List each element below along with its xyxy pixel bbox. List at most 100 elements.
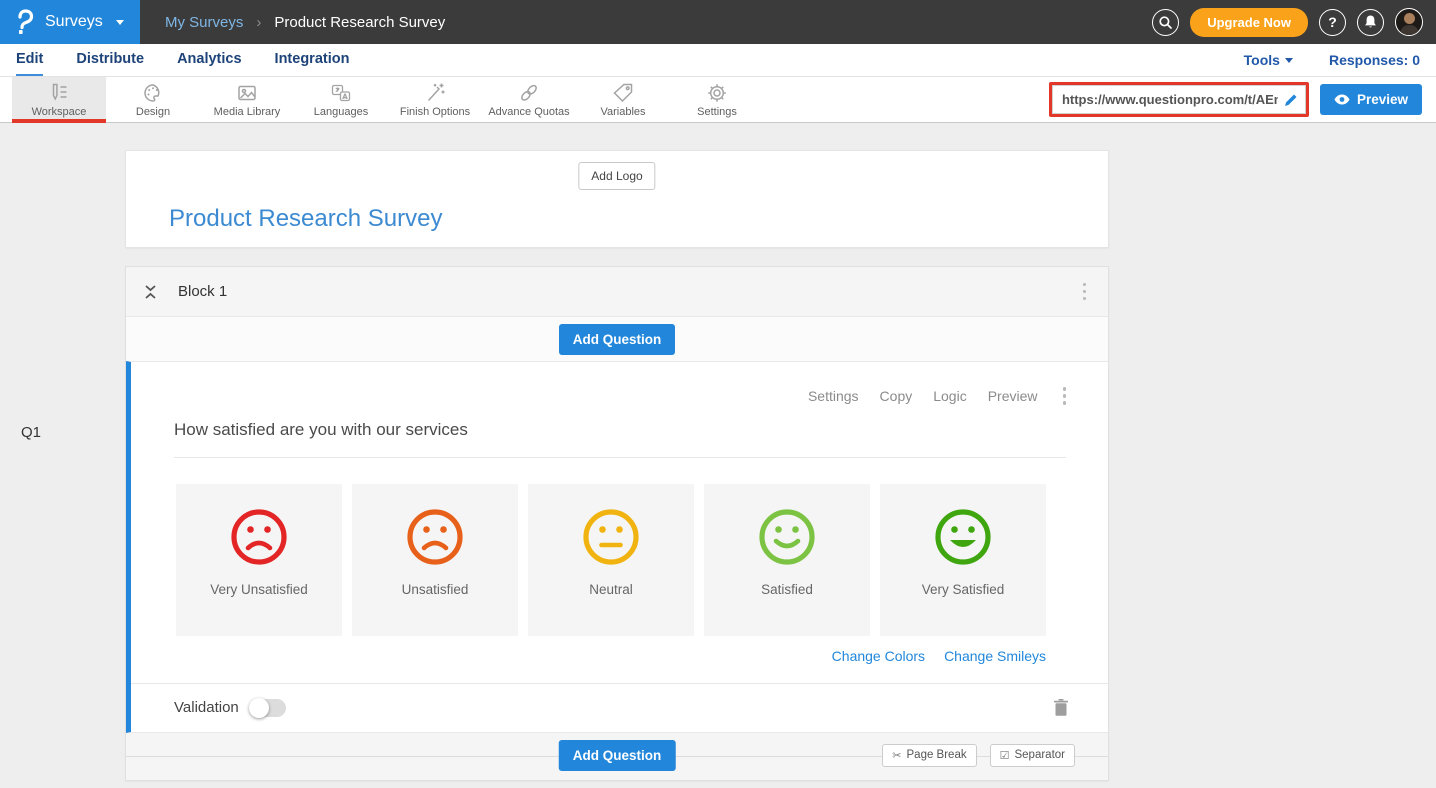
change-colors-link[interactable]: Change Colors	[832, 648, 925, 664]
page-break-button[interactable]: ✂ Page Break	[882, 744, 976, 767]
sad-face-icon	[227, 505, 291, 569]
breadcrumb-my-surveys[interactable]: My Surveys	[165, 14, 243, 31]
add-question-strip-top: Add Question	[126, 317, 1108, 361]
checkbox-checked-icon: ☑	[1000, 749, 1010, 762]
help-button[interactable]: ?	[1319, 9, 1346, 36]
survey-title[interactable]: Product Research Survey	[169, 205, 442, 233]
block-card: Block 1 Add Question Settings Copy Logic…	[125, 266, 1109, 781]
tab-analytics[interactable]: Analytics	[177, 44, 241, 76]
smiley-option-very-satisfied[interactable]: Very Satisfied	[880, 484, 1046, 636]
toolbar-item-settings[interactable]: Settings	[670, 77, 764, 122]
validation-row: Validation	[131, 683, 1108, 732]
smiley-label: Very Unsatisfied	[210, 582, 308, 597]
block-menu-button[interactable]	[1079, 279, 1091, 305]
collapse-icon	[144, 284, 157, 300]
separator-button[interactable]: ☑ Separator	[990, 744, 1075, 767]
smiley-option-satisfied[interactable]: Satisfied	[704, 484, 870, 636]
breadcrumb-current-survey: Product Research Survey	[274, 14, 445, 31]
question-actions: Settings Copy Logic Preview	[131, 362, 1108, 409]
editor-toolbar: Workspace Design Media Library	[0, 77, 1436, 123]
smiley-customize-links: Change Colors Change Smileys	[176, 648, 1046, 664]
image-icon	[236, 82, 258, 104]
survey-url-highlight: https://www.questionpro.com/t/AEmOx2	[1049, 82, 1309, 117]
toolbar-right-group: https://www.questionpro.com/t/AEmOx2 Pre…	[1049, 77, 1436, 122]
question-title[interactable]: How satisfied are you with our services	[174, 420, 468, 439]
trash-icon	[1054, 699, 1068, 716]
toolbar-label: Media Library	[214, 106, 281, 118]
toolbar-item-finish-options[interactable]: Finish Options	[388, 77, 482, 122]
breadcrumb: My Surveys › Product Research Survey	[165, 0, 445, 44]
smiley-option-unsatisfied[interactable]: Unsatisfied	[352, 484, 518, 636]
block-footer: Add Question ✂ Page Break ☑ Separator	[126, 733, 1108, 780]
smiley-option-neutral[interactable]: Neutral	[528, 484, 694, 636]
nav-right-group: Tools Responses: 0	[1244, 44, 1420, 76]
chevron-down-icon	[116, 20, 124, 25]
toolbar-item-advance-quotas[interactable]: Advance Quotas	[482, 77, 576, 122]
search-icon	[1159, 16, 1172, 29]
toolbar-item-variables[interactable]: Variables	[576, 77, 670, 122]
block-header: Block 1	[126, 267, 1108, 317]
toolbar-label: Advance Quotas	[488, 106, 569, 118]
preview-label: Preview	[1357, 92, 1408, 107]
upgrade-now-button[interactable]: Upgrade Now	[1190, 8, 1308, 37]
happy-face-icon	[755, 505, 819, 569]
validation-toggle[interactable]	[250, 699, 286, 717]
topbar-actions: Upgrade Now ?	[1152, 0, 1436, 44]
eye-icon	[1334, 94, 1350, 105]
survey-url-field[interactable]: https://www.questionpro.com/t/AEmOx2	[1052, 85, 1306, 114]
question-title-wrap: How satisfied are you with our services	[174, 420, 1066, 458]
toolbar-item-design[interactable]: Design	[106, 77, 200, 122]
chevron-down-icon	[1285, 58, 1293, 63]
add-question-button-top[interactable]: Add Question	[559, 324, 676, 355]
toolbar-label: Design	[136, 106, 170, 118]
smiley-label: Neutral	[589, 582, 633, 597]
survey-canvas: Add Logo Product Research Survey Block 1…	[125, 150, 1109, 781]
responses-count[interactable]: Responses: 0	[1329, 52, 1420, 68]
smiley-option-very-unsatisfied[interactable]: Very Unsatisfied	[176, 484, 342, 636]
pencil-icon	[1284, 93, 1298, 107]
tools-label: Tools	[1244, 52, 1280, 68]
separator-label: Separator	[1014, 749, 1065, 761]
preview-button[interactable]: Preview	[1320, 84, 1422, 115]
question-copy-link[interactable]: Copy	[880, 388, 913, 404]
translate-icon	[330, 82, 352, 104]
toggle-knob	[249, 698, 269, 718]
toolbar-item-workspace[interactable]: Workspace	[12, 77, 106, 122]
search-button[interactable]	[1152, 9, 1179, 36]
add-logo-button[interactable]: Add Logo	[578, 162, 655, 190]
toolbar-item-media-library[interactable]: Media Library	[200, 77, 294, 122]
question-number-label: Q1	[21, 424, 41, 441]
change-smileys-link[interactable]: Change Smileys	[944, 648, 1046, 664]
tools-dropdown[interactable]: Tools	[1244, 52, 1293, 68]
question-preview-link[interactable]: Preview	[988, 388, 1038, 404]
edit-url-button[interactable]	[1284, 93, 1298, 107]
survey-url-text[interactable]: https://www.questionpro.com/t/AEmOx2	[1062, 92, 1278, 107]
toolbar-item-languages[interactable]: Languages	[294, 77, 388, 122]
tab-integration[interactable]: Integration	[275, 44, 350, 76]
question-card: Settings Copy Logic Preview How satisfie…	[126, 361, 1108, 733]
tab-distribute[interactable]: Distribute	[76, 44, 144, 76]
footer-chips: ✂ Page Break ☑ Separator	[882, 744, 1075, 767]
block-title[interactable]: Block 1	[178, 283, 227, 300]
workspace-icon	[48, 82, 70, 104]
notifications-button[interactable]	[1357, 9, 1384, 36]
neutral-face-icon	[579, 505, 643, 569]
question-settings-link[interactable]: Settings	[808, 388, 859, 404]
smiley-scale: Very Unsatisfied Unsatisfied	[176, 484, 1108, 636]
page-break-label: Page Break	[907, 749, 967, 761]
questionpro-logo-icon	[15, 9, 35, 35]
question-menu-button[interactable]	[1059, 383, 1071, 409]
delete-question-button[interactable]	[1054, 699, 1068, 716]
toolbar-label: Languages	[314, 106, 368, 118]
tab-edit[interactable]: Edit	[16, 44, 43, 76]
smiley-label: Unsatisfied	[402, 582, 469, 597]
question-logic-link[interactable]: Logic	[933, 388, 966, 404]
toolbar-label: Settings	[697, 106, 737, 118]
add-question-button-bottom[interactable]: Add Question	[559, 740, 676, 771]
smiley-label: Very Satisfied	[922, 582, 1005, 597]
smiley-label: Satisfied	[761, 582, 813, 597]
collapse-block-button[interactable]	[144, 284, 157, 300]
sad-face-icon	[403, 505, 467, 569]
app-logo-menu[interactable]: Surveys	[0, 0, 140, 44]
user-avatar[interactable]	[1395, 8, 1423, 36]
